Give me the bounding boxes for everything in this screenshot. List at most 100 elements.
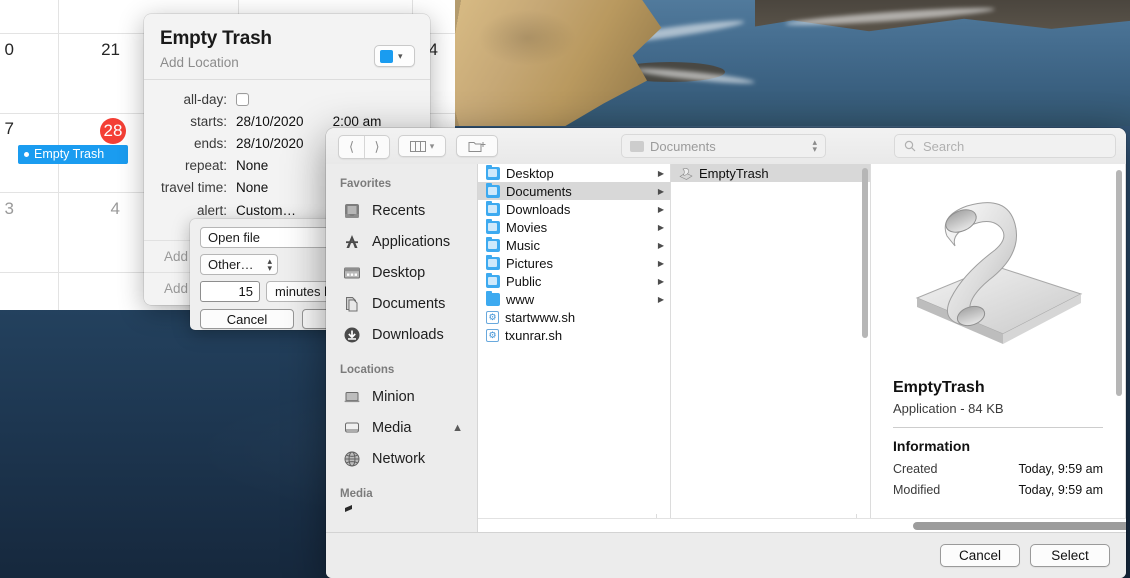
sidebar-item-downloads[interactable]: Downloads [326, 319, 477, 350]
finder-preview-column: EmptyTrash Application - 84 KB Informati… [871, 164, 1126, 532]
field-label: starts: [190, 113, 227, 129]
path-popup-button[interactable]: Documents ▴ ▾ [621, 134, 826, 158]
calendar-color-dropdown[interactable]: ▾ [374, 45, 415, 67]
eject-icon[interactable]: ▲ [452, 422, 463, 434]
stepper-icon: ▴ ▾ [812, 137, 817, 154]
disclosure-arrow-icon: ▶ [657, 222, 664, 232]
file-row-txunrar[interactable]: ⚙ txunrar.sh [478, 326, 670, 344]
calendar-day-number[interactable]: 21 [90, 40, 120, 60]
preview-info-value: Today, 9:59 am [1018, 462, 1103, 476]
finder-column-1[interactable]: Desktop ▶ Documents ▶ Downloads ▶ Movies… [478, 164, 671, 532]
nav-segmented-control[interactable]: ⟨ ⟩ [338, 135, 390, 159]
desktop-root: 0 21 24 7 28 Empty Trash 3 4 Empty Trash… [0, 0, 1130, 578]
sidebar-item-documents[interactable]: Documents [326, 288, 477, 319]
calendar-day-number[interactable]: 7 [0, 119, 14, 139]
file-row-startwww[interactable]: ⚙ startwww.sh [478, 308, 670, 326]
field-label: all-day: [183, 91, 227, 107]
file-row-emptytrash[interactable]: EmptyTrash [671, 164, 870, 182]
calendar-day-number[interactable]: 0 [0, 40, 14, 60]
select-button[interactable]: Select [1030, 544, 1110, 567]
folder-icon [486, 218, 500, 234]
preview-file-name: EmptyTrash [893, 379, 985, 396]
file-row-www[interactable]: www ▶ [478, 290, 670, 308]
file-row-music[interactable]: Music ▶ [478, 236, 670, 254]
file-name: Documents [506, 183, 572, 199]
all-day-checkbox[interactable] [236, 92, 249, 106]
file-row-public[interactable]: Public ▶ [478, 272, 670, 290]
file-row-downloads[interactable]: Downloads ▶ [478, 200, 670, 218]
file-name: Public [506, 273, 542, 289]
finder-column-view: Desktop ▶ Documents ▶ Downloads ▶ Movies… [478, 164, 1126, 532]
preview-info-row: Modified Today, 9:59 am [893, 483, 1103, 497]
sidebar-item-desktop[interactable]: Desktop [326, 257, 477, 288]
cancel-button[interactable]: Cancel [940, 544, 1020, 567]
field-label: ends: [193, 135, 227, 151]
column-horizontal-scrollbar-track[interactable] [478, 518, 1126, 532]
travel-time-value[interactable]: None [236, 180, 268, 195]
alert-file-popup[interactable]: Other… ▴ ▾ [200, 254, 278, 275]
field-label: travel time: [160, 179, 227, 195]
finder-sidebar[interactable]: Favorites Recents Applications Desktop D… [326, 164, 478, 532]
sidebar-item-label: Media [372, 419, 412, 436]
calendar-event-chip[interactable]: Empty Trash [18, 145, 128, 164]
folder-icon [486, 200, 500, 216]
finder-column-2[interactable]: EmptyTrash ‖ [671, 164, 871, 532]
wallpaper-rocks [755, 0, 1130, 32]
applescript-app-icon [679, 167, 693, 180]
shell-script-icon: ⚙ [486, 328, 499, 342]
sidebar-item-minion[interactable]: Minion [326, 381, 477, 412]
back-button[interactable]: ⟨ [339, 136, 364, 158]
column-scrollbar[interactable] [862, 168, 868, 338]
file-row-pictures[interactable]: Pictures ▶ [478, 254, 670, 272]
dialog-button-bar: Cancel Select [326, 532, 1126, 578]
file-name: Desktop [506, 165, 554, 181]
view-mode-button[interactable]: ▾ [398, 135, 446, 157]
disclosure-arrow-icon: ▶ [657, 240, 664, 250]
path-popup-label: Documents [650, 138, 716, 154]
folder-icon [630, 140, 644, 152]
applications-icon [342, 232, 362, 252]
preview-file-kind: Application - 84 KB [893, 401, 1004, 416]
file-row-documents[interactable]: Documents ▶ [478, 182, 670, 200]
starts-date-value[interactable]: 28/10/2020 [236, 114, 304, 129]
folder-icon [486, 164, 500, 180]
starts-time-value[interactable]: 2:00 am [333, 114, 382, 129]
ends-date-value[interactable]: 28/10/2020 [236, 136, 304, 151]
popover-header: Empty Trash Add Location ▾ [144, 14, 430, 79]
search-field[interactable]: Search [894, 134, 1116, 158]
column-view-icon [409, 140, 426, 152]
calendar-day-number[interactable]: 3 [0, 199, 14, 219]
alert-value[interactable]: Custom… [236, 203, 296, 218]
preview-divider [893, 427, 1103, 428]
sidebar-item-media-partial[interactable] [326, 505, 477, 515]
sidebar-item-label: Recents [372, 202, 426, 219]
sidebar-item-recents[interactable]: Recents [326, 195, 477, 226]
field-label: alert: [196, 202, 227, 218]
file-row-movies[interactable]: Movies ▶ [478, 218, 670, 236]
sidebar-item-label: Applications [372, 233, 451, 250]
field-label: repeat: [184, 157, 227, 173]
file-name: EmptyTrash [699, 165, 769, 181]
calendar-today-badge[interactable]: 28 [100, 118, 126, 144]
file-row-desktop[interactable]: Desktop ▶ [478, 164, 670, 182]
disclosure-arrow-icon: ▶ [657, 204, 664, 214]
desktop-icon [342, 263, 362, 283]
forward-button[interactable]: ⟩ [364, 136, 389, 158]
downloads-icon [342, 325, 362, 345]
disclosure-arrow-icon: ▶ [657, 258, 664, 268]
sidebar-item-media[interactable]: Media ▲ [326, 412, 477, 443]
alert-cancel-button[interactable]: Cancel [200, 309, 294, 329]
new-folder-button[interactable] [456, 135, 498, 157]
column-horizontal-scrollbar-thumb[interactable] [913, 522, 1126, 530]
preview-scrollbar[interactable] [1116, 170, 1122, 396]
sidebar-item-applications[interactable]: Applications [326, 226, 477, 257]
chevron-down-icon: ▾ [398, 50, 403, 61]
preview-info-value: Today, 9:59 am [1018, 483, 1103, 497]
preview-file-icon [911, 188, 1086, 363]
stepper-icon: ▴ ▾ [267, 256, 272, 273]
sidebar-item-network[interactable]: Network [326, 443, 477, 474]
repeat-value[interactable]: None [236, 158, 268, 173]
calendar-day-number[interactable]: 4 [90, 199, 120, 219]
alert-amount-input[interactable]: 15 [200, 281, 260, 302]
file-name: startwww.sh [505, 309, 576, 325]
